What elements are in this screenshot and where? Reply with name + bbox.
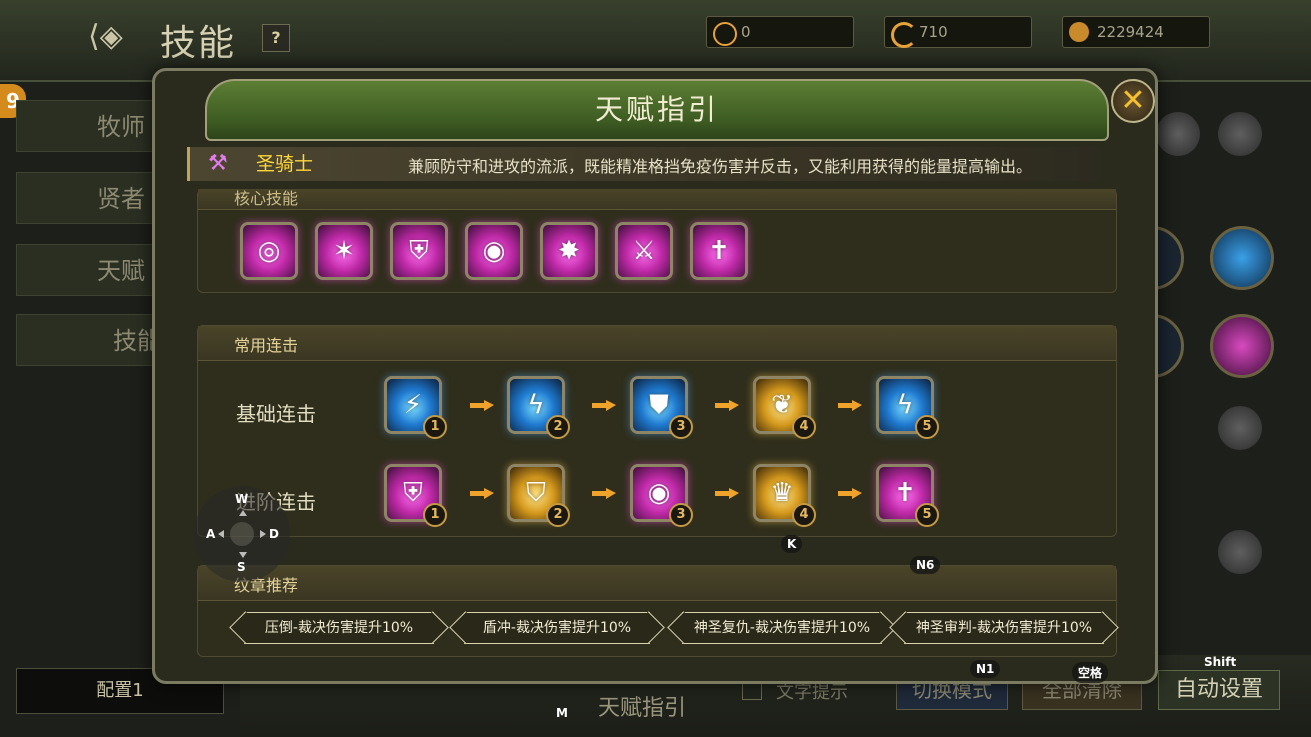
key-hint-w: W <box>235 492 249 506</box>
holy-swords-icon[interactable]: ⚔ <box>615 222 673 280</box>
holy-ring-icon[interactable]: ◎ <box>240 222 298 280</box>
currency-value: 710 <box>919 23 948 41</box>
golden-shield-icon[interactable]: ⛉ 2 <box>507 464 570 527</box>
skill-icon[interactable] <box>1218 530 1262 574</box>
key-hint-s: S <box>237 560 246 574</box>
emblem-recommendation[interactable]: 盾冲-裁决伤害提升10% <box>464 612 650 644</box>
step-number: 4 <box>792 503 816 527</box>
target-coin-icon <box>713 22 737 46</box>
wing-strike-icon[interactable]: ❦ 4 <box>753 376 816 439</box>
step-number: 2 <box>546 415 570 439</box>
skill-icon[interactable] <box>1218 406 1262 450</box>
modal-title: 天赋指引 <box>594 93 719 126</box>
cross-shield-icon[interactable]: ✝ <box>690 222 748 280</box>
emblem-section: 纹章推荐 压倒-裁决伤害提升10% 盾冲-裁决伤害提升10% 神圣复仇-裁决伤害… <box>197 565 1117 657</box>
emblem-recommendation[interactable]: 压倒-裁决伤害提升10% <box>244 612 434 644</box>
step-number: 4 <box>792 415 816 439</box>
step-number: 3 <box>669 503 693 527</box>
arrow-right-icon <box>715 488 741 499</box>
emblem-recommendation[interactable]: 神圣审判-裁决伤害提升10% <box>904 612 1104 644</box>
key-hint-d: D <box>269 527 279 541</box>
arrow-right-icon <box>715 400 741 411</box>
arrow-right-icon <box>838 488 864 499</box>
arrow-right-icon <box>592 488 618 499</box>
section-header: 常用连击 <box>198 326 1116 361</box>
section-header: 核心技能 <box>198 189 1116 210</box>
arrow-right-icon <box>470 400 496 411</box>
emblem-list: 压倒-裁决伤害提升10% 盾冲-裁决伤害提升10% 神圣复仇-裁决伤害提升10%… <box>198 612 1116 644</box>
talent-guide-modal: 天赋指引 ✕ ⚒ 圣骑士 兼顾防守和进攻的流派，既能精准格挡免疫伤害并反击，又能… <box>152 68 1158 684</box>
emblem-recommendation[interactable]: 神圣复仇-裁决伤害提升10% <box>682 612 882 644</box>
auto-setup-button[interactable]: 自动设置 <box>1158 670 1280 710</box>
step-number: 5 <box>915 503 939 527</box>
shield-dash-icon[interactable]: ⛊ 3 <box>630 376 693 439</box>
class-bar: ⚒ 圣骑士 兼顾防守和进攻的流派，既能精准格挡免疫伤害并反击，又能利用获得的能量… <box>187 147 1100 181</box>
key-hint-m: M <box>556 706 568 720</box>
lightning-orb-icon[interactable]: ϟ2 <box>507 376 570 439</box>
emblem-text: 盾冲-裁决伤害提升10% <box>482 620 632 636</box>
key-hint-n1: N1 <box>970 660 1001 678</box>
emblem-text: 神圣审判-裁决伤害提升10% <box>915 620 1093 636</box>
double-ring-shield-icon[interactable]: ◉ <box>465 222 523 280</box>
dpad-down-icon <box>239 552 247 558</box>
section-header: 纹章推荐 <box>198 566 1116 601</box>
talent-guide-link[interactable]: 天赋指引 <box>598 690 686 722</box>
modal-header: 天赋指引 <box>205 79 1109 141</box>
key-hint-shift: Shift <box>1204 655 1237 669</box>
sidebar-item-label: 牧师 <box>97 113 145 141</box>
class-name: 圣骑士 <box>256 153 314 175</box>
golden-crown-shield-icon[interactable]: ♛ 4 <box>753 464 816 527</box>
currency-value: 2229424 <box>1097 23 1164 41</box>
dpad-right-icon <box>260 530 266 538</box>
step-number: 2 <box>546 503 570 527</box>
dpad-center <box>230 522 254 546</box>
back-arrow-icon[interactable]: ⟨◈ <box>88 18 132 56</box>
page-title: 技能 <box>160 23 237 64</box>
emblem-text: 压倒-裁决伤害提升10% <box>264 620 414 636</box>
arrow-right-icon <box>470 488 496 499</box>
gold-coin-icon <box>1069 22 1089 42</box>
class-description: 兼顾防守和进攻的流派，既能精准格挡免疫伤害并反击，又能利用获得的能量提高输出。 <box>408 157 1033 176</box>
arrow-right-icon <box>592 400 618 411</box>
currency-gold: 2229424 <box>1062 16 1210 48</box>
sidebar-item-label: 天赋 <box>97 257 145 285</box>
step-number: 1 <box>423 503 447 527</box>
section-title: 常用连击 <box>234 336 299 355</box>
help-button[interactable]: ? <box>262 24 290 52</box>
core-skills-section: 核心技能 ◎ ✶ ⛨ ◉ ✸ ⚔ ✝ <box>197 189 1117 293</box>
dpad-left-icon <box>218 530 224 538</box>
cracked-shield-icon[interactable]: ⚡ 1 <box>384 376 447 439</box>
dpad-up-icon <box>239 510 247 516</box>
double-ring-shield-icon[interactable]: ◉ 3 <box>630 464 693 527</box>
key-hint-k: K <box>781 535 803 553</box>
holy-burst-icon[interactable]: ✸ <box>540 222 598 280</box>
close-button[interactable]: ✕ <box>1111 79 1155 123</box>
step-number: 5 <box>915 415 939 439</box>
currency-c: 710 <box>884 16 1032 48</box>
currency-value: 0 <box>741 23 751 41</box>
crowned-shield-icon[interactable]: ⛨ <box>390 222 448 280</box>
combos-section: 常用连击 基础连击 进阶连击 ⚡1 ϟ2 ⛊3 ❦4 ϟ5 ⛨1 ⛉2 ◉3 ♛… <box>197 325 1117 537</box>
skill-slot[interactable] <box>1210 226 1274 290</box>
step-number: 3 <box>669 415 693 439</box>
holy-hammer-icon: ⚒ <box>208 151 228 176</box>
key-hint-space: 空格 <box>1072 662 1109 683</box>
skill-icon[interactable] <box>1156 112 1200 156</box>
currency-target: 0 <box>706 16 854 48</box>
lightning-burst-icon[interactable]: ϟ5 <box>876 376 939 439</box>
key-hint-a: A <box>206 527 216 541</box>
c-coin-icon <box>891 22 917 48</box>
arrow-right-icon <box>838 400 864 411</box>
section-title: 核心技能 <box>234 189 299 208</box>
cross-shield-icon[interactable]: ✝ 5 <box>876 464 939 527</box>
key-hint-n6: N6 <box>910 556 941 574</box>
holy-figure-icon[interactable]: ✶ <box>315 222 373 280</box>
skill-slot[interactable] <box>1210 314 1274 378</box>
skill-icon[interactable] <box>1218 112 1262 156</box>
sidebar-item-label: 贤者 <box>97 185 145 213</box>
crowned-shield-icon[interactable]: ⛨ 1 <box>384 464 447 527</box>
step-number: 1 <box>423 415 447 439</box>
emblem-text: 神圣复仇-裁决伤害提升10% <box>693 620 871 636</box>
combo-row-label: 基础连击 <box>236 402 316 426</box>
